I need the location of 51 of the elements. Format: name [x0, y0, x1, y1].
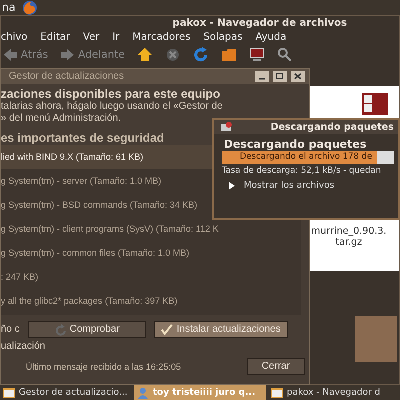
menu-item[interactable]: Editar — [40, 31, 70, 45]
menu-item[interactable]: Ver — [83, 31, 100, 45]
reload-icon[interactable] — [193, 47, 210, 63]
button-label: Adelante — [78, 49, 126, 61]
update-row[interactable]: : 247 KB) — [1, 265, 301, 289]
heading: zaciones disponibles para este equipo — [1, 87, 222, 101]
maximize-icon[interactable] — [273, 71, 287, 82]
close-icon[interactable] — [291, 71, 305, 82]
menu-item[interactable]: Ir — [112, 31, 120, 45]
forward-arrow-icon — [60, 48, 76, 62]
package-icon — [220, 121, 232, 133]
person-icon — [137, 386, 149, 398]
folder-icon[interactable] — [221, 47, 238, 63]
forward-button[interactable]: Adelante — [60, 48, 126, 62]
status-text: Último mensaje recibido a las 16:25:05 — [26, 362, 182, 372]
browser-icon[interactable] — [22, 0, 38, 16]
taskbar-button[interactable]: pakox - Navegador d — [268, 385, 400, 400]
button-label: Atrás — [21, 49, 48, 61]
install-button[interactable]: Instalar actualizaciones — [154, 321, 288, 338]
close-button[interactable]: Cerrar — [247, 358, 305, 375]
search-icon[interactable] — [277, 47, 294, 63]
minimize-icon[interactable] — [255, 71, 269, 82]
checkmark-icon — [160, 324, 173, 336]
panel-label: na — [2, 1, 16, 14]
label: ño c — [1, 322, 20, 336]
back-button[interactable]: Atrás — [3, 48, 48, 62]
details-label: ualización — [1, 341, 46, 352]
window-icon — [3, 386, 15, 398]
window-title: Descargando paquetes — [270, 122, 395, 132]
photo-placeholder — [355, 316, 397, 362]
description: talarias ahora, hágalo luego usando el «Gestor de » del menú Administración. — [1, 101, 224, 125]
update-row[interactable]: y all the glibc2* packages (Tamaño: 397 KB) — [1, 289, 301, 313]
back-arrow-icon — [3, 48, 18, 62]
window-title: pakox - Navegador de archivos — [172, 17, 348, 31]
expander[interactable]: Mostrar los archivos — [214, 176, 398, 191]
stop-icon[interactable] — [165, 47, 182, 63]
file-name[interactable]: murrine_0.90.3. tar.gz — [311, 226, 387, 248]
reload-icon — [54, 324, 66, 336]
menu-item[interactable]: Solapas — [204, 31, 243, 45]
window-icon — [271, 386, 283, 398]
taskbar-button[interactable]: Gestor de actualizacio... — [0, 385, 132, 400]
menu-item[interactable]: chivo — [1, 31, 28, 45]
menu-item[interactable]: Marcadores — [132, 31, 191, 45]
check-button[interactable]: Comprobar — [28, 321, 146, 338]
home-icon[interactable] — [137, 47, 154, 63]
computer-icon[interactable] — [249, 47, 266, 63]
window-title: Gestor de actualizaciones — [9, 71, 124, 82]
menu-item[interactable]: Ayuda — [256, 31, 287, 45]
update-row[interactable]: g System(tm) - client programs (SysV) (Tamaño: 112 K — [1, 217, 301, 241]
archive-icon[interactable] — [361, 92, 389, 116]
update-row[interactable]: g System(tm) - common files (Tamaño: 1.0 MB) — [1, 241, 301, 265]
